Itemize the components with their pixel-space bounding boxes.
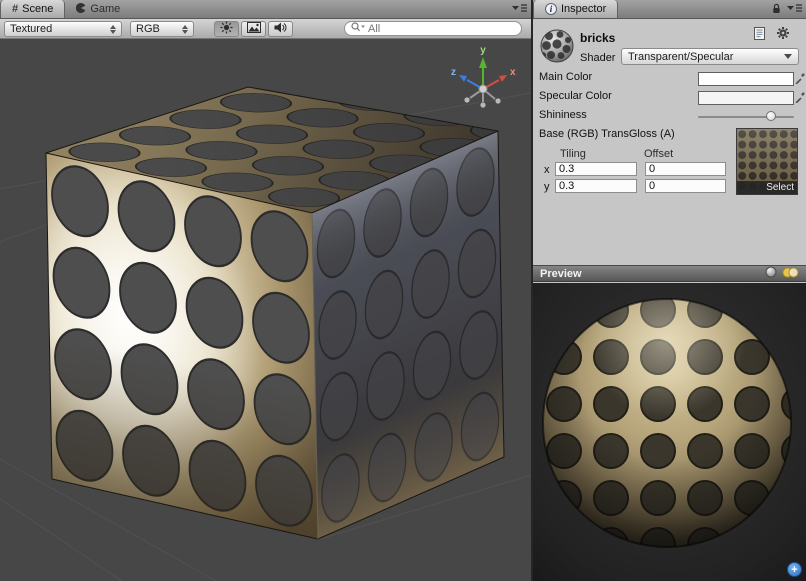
inspector-pane: i Inspector <box>533 0 806 581</box>
material-inspector: bricks Shader Transparent/Specular Main … <box>533 19 806 265</box>
scene-search-field[interactable] <box>344 21 522 36</box>
add-preview-button[interactable]: + <box>787 562 802 577</box>
material-name: bricks <box>580 31 615 45</box>
specular-color-label: Specular Color <box>539 90 612 102</box>
lighting-toggle-button[interactable] <box>214 21 239 37</box>
tab-inspector[interactable]: i Inspector <box>533 0 618 18</box>
select-texture-button[interactable]: Select <box>737 181 797 194</box>
tiling-row-x-label: x <box>544 164 550 176</box>
texture-thumbnail[interactable]: Select <box>736 128 798 195</box>
preview-sphere-icon[interactable] <box>765 266 777 281</box>
shader-dropdown[interactable]: Transparent/Specular <box>621 48 799 65</box>
dropdown-arrows-icon <box>104 25 116 34</box>
main-color-label: Main Color <box>539 71 592 83</box>
offset-y-input[interactable] <box>645 179 726 193</box>
material-preview-area[interactable]: + <box>533 283 806 581</box>
gizmo-x-label[interactable]: x <box>510 67 516 78</box>
offset-x-input[interactable] <box>645 162 726 176</box>
tiling-x-input[interactable] <box>555 162 637 176</box>
shininess-label: Shininess <box>539 109 587 121</box>
help-icon[interactable] <box>754 27 765 43</box>
gizmo-y-label[interactable]: y <box>480 45 486 56</box>
specular-color-swatch[interactable] <box>698 91 794 105</box>
speaker-icon <box>274 22 287 36</box>
preview-header[interactable]: Preview <box>533 265 806 282</box>
main-color-swatch[interactable] <box>698 72 794 86</box>
eyedropper-icon[interactable] <box>795 90 806 104</box>
color-mode-dropdown[interactable]: RGB <box>130 21 194 37</box>
slider-thumb[interactable] <box>766 111 776 121</box>
inspector-tabbar: i Inspector <box>533 0 806 19</box>
scene-toolbar: Textured RGB <box>0 19 531 39</box>
tab-game[interactable]: Game <box>65 0 131 18</box>
shader-label: Shader <box>580 52 615 64</box>
tiling-y-input[interactable] <box>555 179 637 193</box>
slider-track <box>698 116 794 118</box>
scene-pane: # Scene Game Textured RGB <box>0 0 531 581</box>
eyedropper-icon[interactable] <box>795 71 806 85</box>
pane-menu-icon[interactable] <box>512 3 527 16</box>
shader-value: Transparent/Specular <box>628 51 733 63</box>
info-icon: i <box>545 3 557 15</box>
tab-inspector-label: Inspector <box>561 3 606 15</box>
offset-header: Offset <box>644 148 673 160</box>
sun-icon <box>220 21 233 37</box>
preview-title: Preview <box>540 268 582 280</box>
gizmo-z-label[interactable]: z <box>451 67 456 78</box>
scene-grid-icon: # <box>12 3 18 15</box>
tab-scene[interactable]: # Scene <box>0 0 65 18</box>
search-input[interactable] <box>368 23 515 35</box>
scene-tabbar: # Scene Game <box>0 0 531 19</box>
search-icon <box>351 22 365 35</box>
dropdown-arrows-icon <box>176 25 188 34</box>
tab-game-label: Game <box>90 3 120 15</box>
lock-icon[interactable] <box>772 3 781 17</box>
gear-icon[interactable] <box>776 26 790 43</box>
material-preview-icon <box>539 28 575 67</box>
skybox-toggle-button[interactable] <box>241 21 266 37</box>
tiling-row-y-label: y <box>544 181 550 193</box>
tab-scene-label: Scene <box>22 3 53 15</box>
preview-lighting-icon[interactable] <box>782 267 799 281</box>
draw-mode-value: Textured <box>10 23 52 35</box>
color-mode-value: RGB <box>136 23 160 35</box>
chevron-down-icon <box>784 54 792 59</box>
scene-viewport[interactable]: y x z <box>0 39 531 581</box>
draw-mode-dropdown[interactable]: Textured <box>4 21 122 37</box>
base-texture-label: Base (RGB) TransGloss (A) <box>539 128 675 140</box>
shininess-slider[interactable] <box>698 111 794 123</box>
pane-menu-icon[interactable] <box>787 3 802 16</box>
image-icon <box>247 22 261 36</box>
audio-toggle-button[interactable] <box>268 21 293 37</box>
game-icon <box>76 3 86 16</box>
tiling-header: Tiling <box>560 148 586 160</box>
